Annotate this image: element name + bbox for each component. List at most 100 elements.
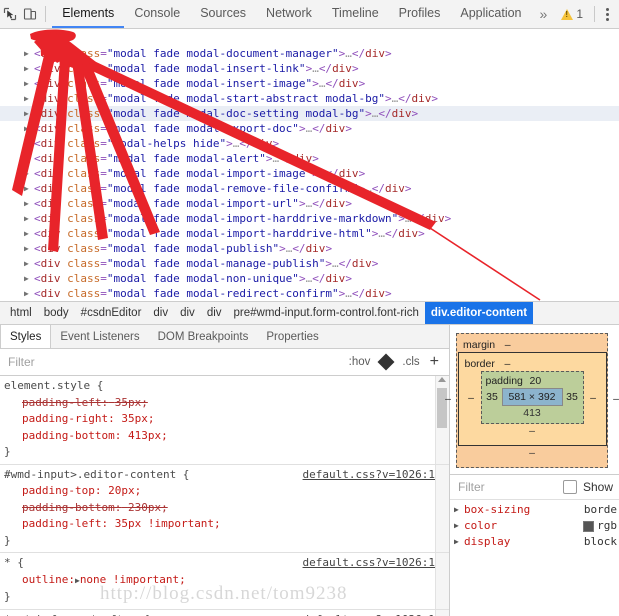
- style-rule-source-link[interactable]: default.css?v=1026:1: [303, 467, 449, 484]
- margin-right-value[interactable]: –: [610, 393, 619, 405]
- subtab-styles[interactable]: Styles: [0, 325, 52, 348]
- expand-triangle-icon[interactable]: ▶: [24, 241, 34, 256]
- dom-tree-row[interactable]: ▶ <div class="modal fade modal-insert-lin…: [0, 61, 619, 76]
- box-model-border[interactable]: border – – padding 20 35 581 × 392 35 41…: [457, 352, 607, 446]
- breadcrumb-item-0[interactable]: html: [4, 302, 38, 324]
- expand-triangle-icon[interactable]: ▶: [24, 76, 34, 91]
- style-rule[interactable]: *, *:before, *:after { default.css?v=1026…: [0, 610, 449, 616]
- expand-triangle-icon[interactable]: ▶: [24, 181, 34, 196]
- declaration-property[interactable]: padding-bottom:: [22, 429, 121, 442]
- expand-triangle-icon[interactable]: ▶: [454, 502, 464, 518]
- expand-triangle-icon[interactable]: ▶: [24, 151, 34, 166]
- style-rule[interactable]: #wmd-input>.editor-content { default.css?…: [0, 465, 449, 553]
- expand-triangle-icon[interactable]: ▶: [24, 121, 34, 136]
- border-right-value[interactable]: –: [587, 392, 600, 404]
- dom-tree-row[interactable]: ▶ <div class="modal fade modal-start-abst…: [0, 91, 619, 106]
- expand-triangle-icon[interactable]: ▶: [24, 166, 34, 181]
- expand-triangle-icon[interactable]: ▶: [24, 91, 34, 106]
- style-rule-selector[interactable]: *, *:before, *:after {: [4, 612, 150, 616]
- dom-tree[interactable]: ▶</div>▶<div class="modal fade modal-doc…: [0, 29, 619, 301]
- more-tabs-icon[interactable]: »: [532, 0, 556, 28]
- style-rule-selector[interactable]: #wmd-input>.editor-content {: [4, 467, 189, 484]
- border-top-value[interactable]: –: [501, 358, 514, 370]
- expand-triangle-icon[interactable]: ▶: [24, 106, 34, 121]
- dom-tree-row[interactable]: ▶ <div class="modal fade modal-import-url…: [0, 196, 619, 211]
- tab-application[interactable]: Application: [450, 0, 531, 28]
- declaration-value[interactable]: 35px !important;: [115, 517, 221, 530]
- declaration-value[interactable]: 413px;: [128, 429, 168, 442]
- expand-triangle-icon[interactable]: ▶: [24, 211, 34, 226]
- style-declaration[interactable]: padding-bottom: 230px;: [0, 500, 449, 517]
- dom-tree-row[interactable]: ▶ <div class="modal fade modal-manage-pub…: [0, 256, 619, 271]
- style-declaration[interactable]: outline:▶none !important;: [0, 572, 449, 590]
- dom-tree-row[interactable]: ▶ <div class="modal fade modal-insert-ima…: [0, 76, 619, 91]
- padding-bottom-value[interactable]: 413: [486, 407, 579, 419]
- declaration-property[interactable]: padding-top:: [22, 484, 101, 497]
- breadcrumb-item-4[interactable]: div: [174, 302, 201, 324]
- declaration-value[interactable]: 230px;: [128, 501, 168, 514]
- style-rule-source-link[interactable]: default.css?v=1026:1: [303, 555, 449, 572]
- declaration-property[interactable]: padding-left:: [22, 396, 108, 409]
- tab-elements[interactable]: Elements: [52, 0, 125, 28]
- dom-tree-row[interactable]: ▶ <div class="modal fade modal-publish">……: [0, 241, 619, 256]
- breadcrumb-item-3[interactable]: div: [147, 302, 174, 324]
- style-declaration[interactable]: padding-bottom: 413px;: [0, 428, 449, 445]
- tab-profiles[interactable]: Profiles: [389, 0, 451, 28]
- declaration-value[interactable]: 35px;: [115, 396, 148, 409]
- style-rule-selector[interactable]: element.style {: [4, 378, 103, 395]
- style-declaration[interactable]: padding-left: 35px !important;: [0, 516, 449, 533]
- inspect-cursor-icon[interactable]: [0, 1, 20, 27]
- dom-tree-row[interactable]: ▶ <div class="modal fade modal-import-har…: [0, 226, 619, 241]
- dom-tree-row[interactable]: ▶</div>: [0, 31, 619, 46]
- breadcrumb-item-6[interactable]: pre#wmd-input.form-control.font-rich: [228, 302, 425, 324]
- computed-property-row[interactable]: ▶ color rgb: [450, 518, 619, 534]
- tab-sources[interactable]: Sources: [190, 0, 256, 28]
- expand-triangle-icon[interactable]: ▶: [24, 286, 34, 301]
- show-all-checkbox[interactable]: [562, 480, 577, 494]
- dom-tree-row[interactable]: ▶ <div class="modal fade modal-import-har…: [0, 211, 619, 226]
- dom-tree-row[interactable]: ▶ <div class="modal fade modal-import-ima…: [0, 166, 619, 181]
- padding-top-value[interactable]: 20: [529, 375, 542, 387]
- styles-filter-input[interactable]: [6, 354, 343, 370]
- style-declaration[interactable]: padding-left: 35px;: [0, 395, 449, 412]
- element-state-icon[interactable]: [377, 353, 395, 371]
- box-model-padding[interactable]: padding 20 35 581 × 392 35 413: [480, 371, 584, 424]
- dom-tree-row[interactable]: ▶ <div class="modal fade modal-non-unique…: [0, 271, 619, 286]
- dom-tree-row[interactable]: ▶ <div class="modal fade modal-export-doc…: [0, 121, 619, 136]
- declaration-value[interactable]: none !important;: [80, 573, 186, 586]
- box-model-content-size[interactable]: 581 × 392: [501, 388, 563, 406]
- cls-toggle[interactable]: .cls: [396, 356, 425, 368]
- dom-tree-row[interactable]: ▶ <div class="modal fade modal-doc-settin…: [0, 106, 619, 121]
- dom-tree-row[interactable]: ▶ <div class="modal fade modal-remove-fil…: [0, 181, 619, 196]
- device-toolbar-icon[interactable]: [20, 1, 40, 27]
- style-rule[interactable]: * {default.css?v=1026:1 outline:▶none !im…: [0, 553, 449, 610]
- box-model-margin[interactable]: margin – – border – – padding 20 35 581 …: [445, 333, 619, 468]
- declaration-property[interactable]: padding-bottom:: [22, 501, 121, 514]
- hov-toggle[interactable]: :hov: [343, 356, 377, 368]
- padding-right-value[interactable]: 35: [566, 391, 579, 403]
- expand-triangle-icon[interactable]: ▶: [24, 136, 34, 151]
- dom-tree-row[interactable]: ▶ <div class="modal fade modal-redirect-c…: [0, 286, 619, 301]
- expand-triangle-icon[interactable]: ▶: [24, 46, 34, 61]
- new-style-rule-button[interactable]: +: [426, 354, 443, 370]
- breadcrumb[interactable]: html body #csdnEditor div div div pre#wmd-inpu…: [0, 301, 619, 325]
- style-rules-list[interactable]: element.style {padding-left: 35px; paddin…: [0, 376, 449, 616]
- style-declaration[interactable]: padding-right: 35px;: [0, 411, 449, 428]
- breadcrumb-item-1[interactable]: body: [38, 302, 75, 324]
- border-left-value[interactable]: –: [465, 392, 478, 404]
- margin-bottom-value[interactable]: –: [463, 447, 601, 459]
- expand-triangle-icon[interactable]: ▶: [24, 61, 34, 76]
- expand-triangle-icon[interactable]: ▶: [24, 256, 34, 271]
- expand-triangle-icon[interactable]: ▶: [24, 226, 34, 241]
- padding-left-value[interactable]: 35: [486, 391, 499, 403]
- style-rule[interactable]: element.style {padding-left: 35px; paddin…: [0, 376, 449, 465]
- expand-triangle-icon[interactable]: ▶: [24, 271, 34, 286]
- kebab-menu-icon[interactable]: [600, 7, 615, 21]
- computed-filter-input[interactable]: [456, 479, 557, 495]
- breadcrumb-item-7[interactable]: div.editor-content: [424, 302, 534, 324]
- style-rule-source-link[interactable]: default.css?v=1026:1: [303, 612, 449, 616]
- dom-tree-row[interactable]: ▶ <div class="modal fade modal-document-m…: [0, 46, 619, 61]
- dom-tree-row[interactable]: ▶ <div class="modal-helps hide">…</div>: [0, 136, 619, 151]
- tab-network[interactable]: Network: [256, 0, 322, 28]
- declaration-value[interactable]: 35px;: [121, 412, 154, 425]
